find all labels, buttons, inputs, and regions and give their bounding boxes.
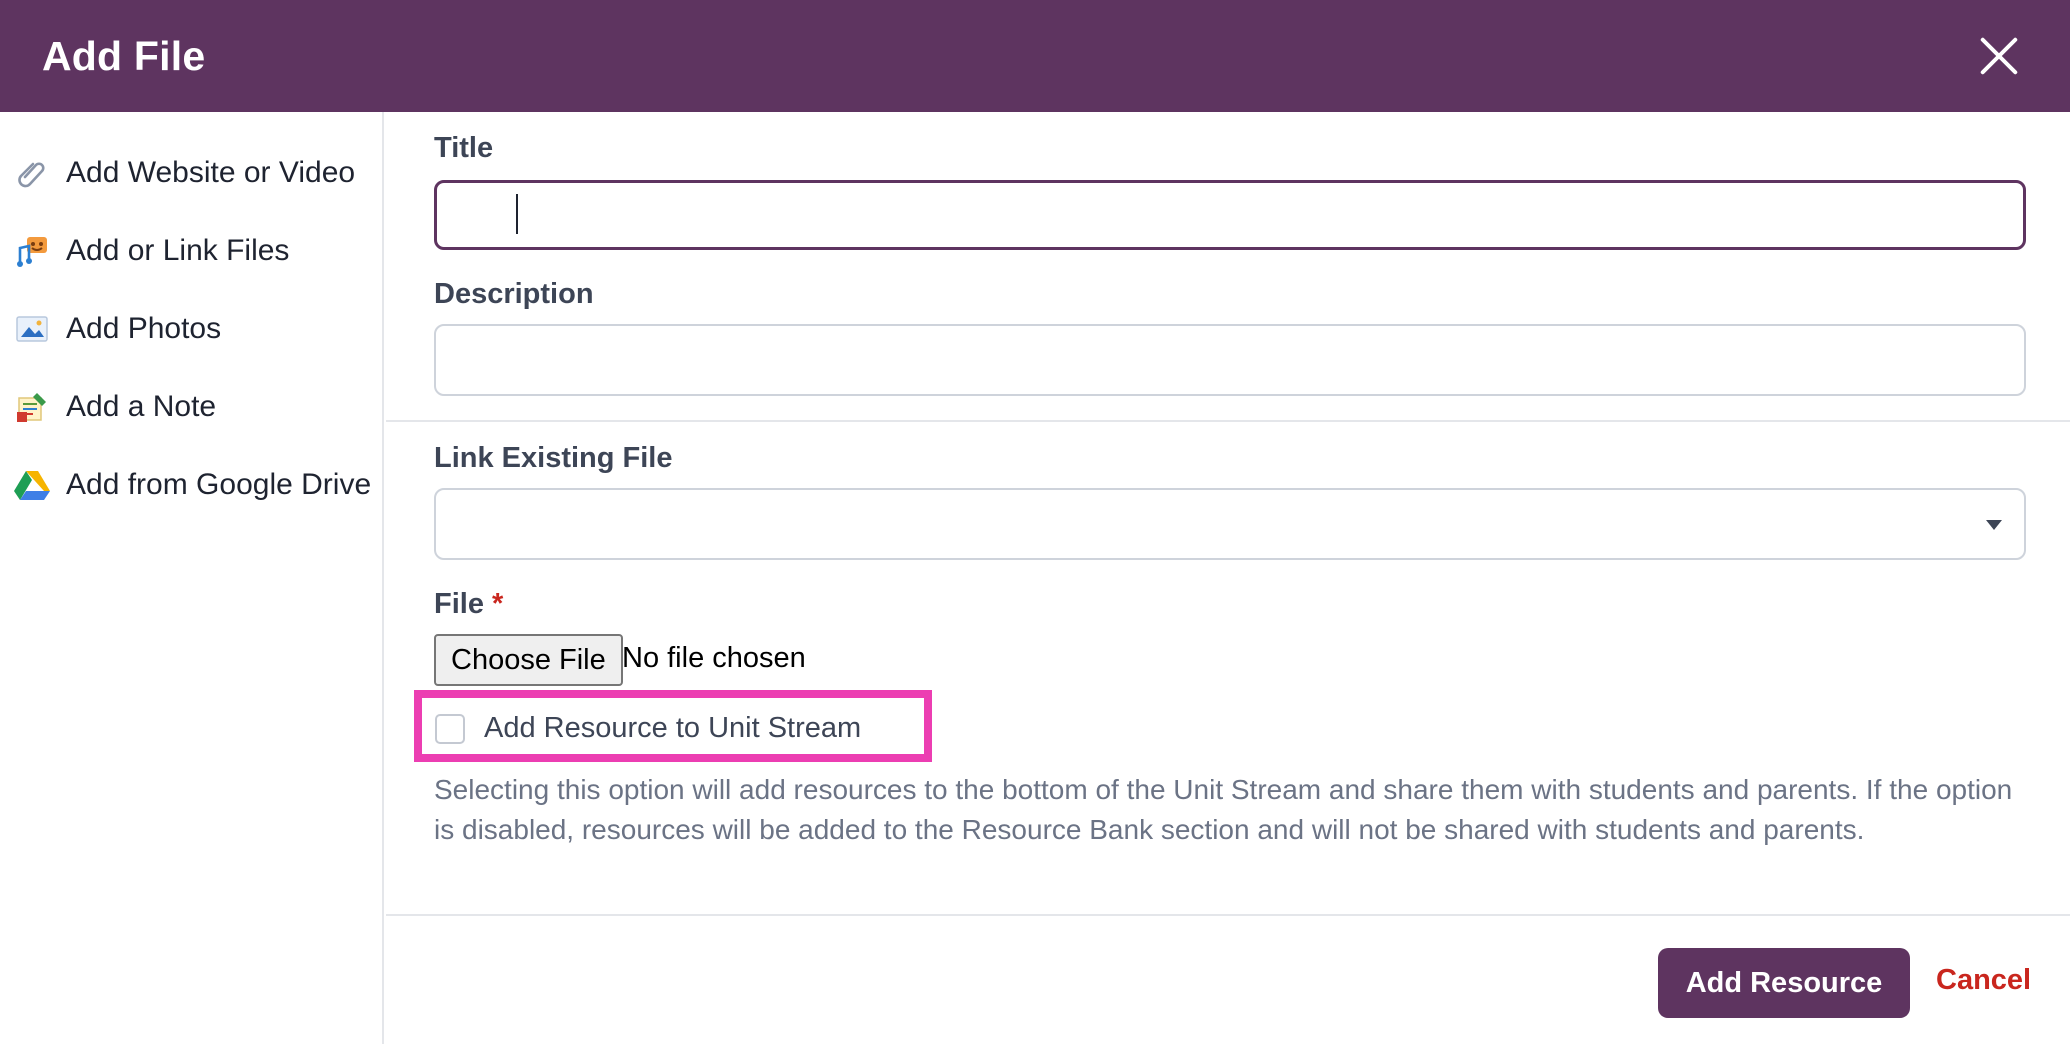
sidebar-item-label: Add Website or Video (66, 156, 356, 189)
cancel-button[interactable]: Cancel (1936, 964, 2031, 997)
sidebar-item-add-or-link-files[interactable]: Add or Link Files (0, 212, 382, 290)
dialog-title: Add File (42, 32, 206, 79)
file-label: File * (434, 588, 503, 621)
sidebar: Add Website or Video Add or Link Files A… (0, 112, 384, 1044)
close-icon[interactable] (1976, 33, 2022, 79)
unit-stream-checkbox[interactable] (435, 714, 465, 744)
file-status: No file chosen (622, 642, 806, 674)
sidebar-item-label: Add Photos (66, 312, 222, 345)
sidebar-item-label: Add from Google Drive (66, 468, 372, 501)
sidebar-item-add-website-or-video[interactable]: Add Website or Video (0, 134, 382, 212)
add-resource-button[interactable]: Add Resource (1658, 948, 1910, 1018)
unit-stream-checkbox-label[interactable]: Add Resource to Unit Stream (484, 712, 861, 745)
photo-icon (14, 311, 50, 347)
sidebar-item-label: Add or Link Files (66, 234, 290, 267)
choose-file-button[interactable]: Choose File (434, 634, 623, 686)
media-files-icon (14, 233, 50, 269)
add-file-form: Title Description Link Existing File Fil… (386, 112, 2070, 1044)
link-existing-file-select[interactable] (434, 488, 2026, 560)
dialog-header: Add File (0, 0, 2070, 112)
paperclip-icon (14, 155, 50, 191)
sidebar-item-add-photos[interactable]: Add Photos (0, 290, 382, 368)
chevron-down-icon (1986, 520, 2002, 530)
title-label: Title (434, 132, 494, 164)
sidebar-item-label: Add a Note (66, 390, 217, 423)
footer-divider (386, 914, 2070, 916)
sidebar-item-add-from-google-drive[interactable]: Add from Google Drive (0, 446, 382, 524)
link-existing-file-label: Link Existing File (434, 442, 673, 474)
unit-stream-help-text: Selecting this option will add resources… (434, 774, 2013, 845)
title-input[interactable] (434, 180, 2026, 250)
required-mark: * (491, 588, 504, 620)
description-label: Description (434, 278, 594, 310)
text-cursor (516, 194, 518, 234)
google-drive-icon (14, 467, 50, 503)
file-label-text: File (434, 588, 484, 620)
sidebar-item-add-a-note[interactable]: Add a Note (0, 368, 382, 446)
description-textarea[interactable] (434, 324, 2026, 396)
note-icon (14, 389, 50, 425)
section-divider (386, 420, 2070, 422)
